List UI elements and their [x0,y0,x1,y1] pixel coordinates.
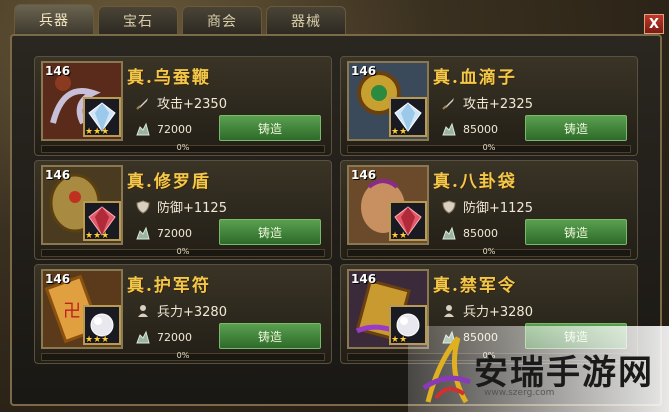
item-name: 真.乌蚕鞭 [127,68,211,88]
item-stat: 攻击+2325 [441,93,533,112]
item-stat-value: 兵力+3280 [157,305,227,320]
item-card-2: 146 ★★★ 真.修罗盾 防御+1125 72000 铸造 0% [34,160,332,260]
item-grid: 146 ★★★ 真.乌蚕鞭 攻击+2350 72000 铸造 0% 146 ★★… [34,56,638,364]
star-rating: ★★★ [85,231,110,241]
item-name: 真.修罗盾 [127,172,211,192]
tab-bar: 兵器 宝石 商会 器械 [14,4,346,36]
item-name: 真.禁军令 [433,276,517,296]
item-stat: 防御+1125 [441,197,533,216]
star-rating: ★★ [391,335,408,345]
item-card-4: 卍 146 ★★★ 真.护军符 兵力+3280 72000 铸造 0% [34,264,332,364]
item-stat-value: 防御+1125 [463,201,533,216]
star-rating: ★★ [391,231,408,241]
tab-weapons[interactable]: 兵器 [14,4,94,34]
soldier-icon [135,303,151,319]
item-level: 146 [45,64,71,78]
sword-icon [135,95,151,111]
star-rating: ★★★ [85,335,110,345]
item-card-0: 146 ★★★ 真.乌蚕鞭 攻击+2350 72000 铸造 0% [34,56,332,156]
item-name: 真.血滴子 [433,68,517,88]
progress-text: 0% [176,247,190,256]
item-card-3: 146 ★★ 真.八卦袋 防御+1125 85000 铸造 0% [340,160,638,260]
item-portrait[interactable]: 146 ★★★ [41,61,123,141]
item-cost: 72000 [135,329,192,345]
item-stat-value: 攻击+2350 [157,97,227,112]
progress-text: 0% [482,143,496,152]
svg-text:卍: 卍 [63,301,81,322]
star-rating: ★★ [391,127,408,137]
progress-bar: 0% [41,143,325,153]
item-portrait[interactable]: 146 ★★ [347,165,429,245]
item-stat-value: 兵力+3280 [463,305,533,320]
item-name: 真.八卦袋 [433,172,517,192]
watermark-url: www.szerg.com [484,388,555,398]
shield-icon [135,199,151,215]
progress-text: 0% [482,247,496,256]
watermark: 安瑞手游网 www.szerg.com [408,326,669,412]
item-level: 146 [351,272,377,286]
star-rating: ★★★ [85,127,110,137]
progress-bar: 0% [41,351,325,361]
watermark-text: 安瑞手游网 [474,352,654,393]
item-cost-value: 72000 [157,330,192,344]
item-cost-value: 72000 [157,122,192,136]
item-level: 146 [45,272,71,286]
item-cost-value: 72000 [157,226,192,240]
item-cost: 72000 [135,225,192,241]
tab-guild[interactable]: 商会 [182,6,262,34]
forge-button[interactable]: 铸造 [525,115,627,141]
tab-machinery[interactable]: 器械 [266,6,346,34]
progress-bar: 0% [41,247,325,257]
item-cost-value: 85000 [463,226,498,240]
item-level: 146 [45,168,71,182]
shield-icon [441,199,457,215]
item-cost: 72000 [135,121,192,137]
forge-button[interactable]: 铸造 [219,115,321,141]
item-cost: 85000 [441,225,498,241]
item-cost: 85000 [441,121,498,137]
progress-text: 0% [176,351,190,360]
item-level: 146 [351,64,377,78]
item-portrait[interactable]: 146 ★★★ [41,165,123,245]
progress-bar: 0% [347,143,631,153]
close-button[interactable]: X [644,14,664,34]
item-stat: 防御+1125 [135,197,227,216]
forge-button[interactable]: 铸造 [219,323,321,349]
ore-icon [136,122,150,136]
forge-button[interactable]: 铸造 [219,219,321,245]
ore-icon [136,330,150,344]
soldier-icon [441,303,457,319]
progress-text: 0% [176,143,190,152]
item-stat-value: 攻击+2325 [463,97,533,112]
ore-icon [136,226,150,240]
item-stat-value: 防御+1125 [157,201,227,216]
item-stat: 兵力+3280 [135,301,227,320]
item-stat: 兵力+3280 [441,301,533,320]
item-card-1: 146 ★★ 真.血滴子 攻击+2325 85000 铸造 0% [340,56,638,156]
sword-icon [441,95,457,111]
forge-button[interactable]: 铸造 [525,219,627,245]
progress-bar: 0% [347,247,631,257]
tab-gems[interactable]: 宝石 [98,6,178,34]
ore-icon [442,122,456,136]
item-name: 真.护军符 [127,276,211,296]
item-level: 146 [351,168,377,182]
item-portrait[interactable]: 卍 146 ★★★ [41,269,123,349]
item-cost-value: 85000 [463,122,498,136]
ore-icon [442,226,456,240]
item-portrait[interactable]: 146 ★★ [347,269,429,349]
item-portrait[interactable]: 146 ★★ [347,61,429,141]
item-stat: 攻击+2350 [135,93,227,112]
